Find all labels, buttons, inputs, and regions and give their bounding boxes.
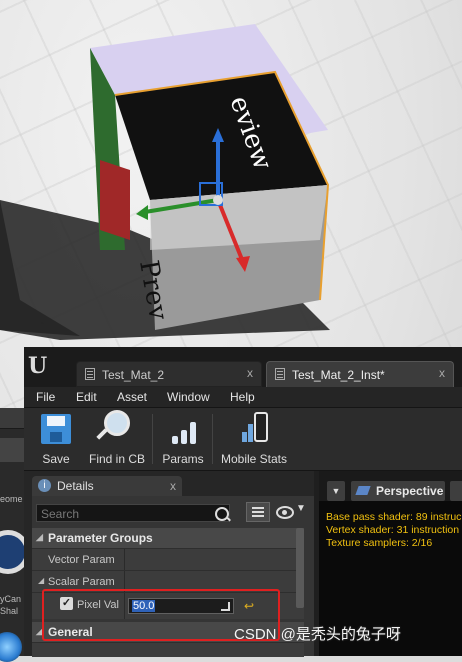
magnifier-icon bbox=[104, 410, 130, 436]
find-in-cb-button[interactable]: Find in CB bbox=[84, 408, 150, 470]
menu-asset[interactable]: Asset bbox=[117, 390, 147, 404]
mobile-stats-icon bbox=[242, 412, 268, 444]
stat-line: Base pass shader: 89 instruc bbox=[326, 511, 462, 523]
gizmo-center bbox=[213, 195, 223, 205]
row-vector-param[interactable]: Vector Param bbox=[32, 548, 304, 571]
row-label: Scalar Param bbox=[48, 576, 115, 588]
cube-red-face bbox=[100, 160, 130, 240]
save-button[interactable]: Save bbox=[30, 408, 82, 470]
view-mode-button[interactable] bbox=[450, 481, 462, 501]
document-icon bbox=[275, 368, 285, 380]
toolbar-separator bbox=[212, 414, 213, 464]
perspective-label: Perspective bbox=[376, 484, 444, 498]
tab-label: Test_Mat_2_Inst* bbox=[292, 368, 385, 382]
tab-details[interactable]: i Details x bbox=[32, 476, 182, 496]
background-bar bbox=[0, 408, 24, 429]
material-instance-editor: U Test_Mat_2 x Test_Mat_2_Inst* x File E… bbox=[24, 347, 462, 657]
toolbar: Save Find in CB Params Mobile Stats bbox=[24, 408, 462, 471]
menu-window[interactable]: Window bbox=[167, 390, 210, 404]
close-icon[interactable]: x bbox=[439, 366, 445, 380]
viewport-toolbar: ▼ Perspective bbox=[319, 471, 462, 501]
column-splitter[interactable] bbox=[124, 549, 125, 571]
chevron-down-icon: ▼ bbox=[296, 503, 306, 514]
search-icon[interactable] bbox=[215, 507, 229, 521]
magnifier-handle bbox=[96, 428, 108, 440]
collapse-arrow-icon[interactable]: ◢ bbox=[36, 532, 43, 543]
close-icon[interactable]: x bbox=[170, 479, 176, 493]
background-editor-strip: eome yCan Shal bbox=[0, 408, 30, 662]
mobile-stats-button[interactable]: Mobile Stats bbox=[216, 408, 292, 470]
params-icon bbox=[172, 418, 196, 444]
perspective-button[interactable]: Perspective bbox=[351, 481, 445, 501]
background-label: yCan bbox=[0, 594, 22, 604]
category-label: Parameter Groups bbox=[48, 531, 153, 545]
scrollbar[interactable] bbox=[296, 528, 304, 608]
search-input[interactable]: Search bbox=[36, 504, 230, 522]
row-label: Vector Param bbox=[48, 554, 115, 566]
collapse-arrow-icon[interactable]: ◢ bbox=[38, 576, 44, 585]
info-icon: i bbox=[38, 479, 51, 492]
save-label: Save bbox=[42, 452, 70, 466]
viewport-options-button[interactable]: ▼ bbox=[327, 481, 345, 501]
menu-help[interactable]: Help bbox=[230, 390, 255, 404]
row-general-item bbox=[32, 642, 304, 657]
menu-edit[interactable]: Edit bbox=[76, 390, 97, 404]
close-icon[interactable]: x bbox=[247, 366, 253, 380]
background-label: Shal bbox=[0, 606, 19, 616]
details-tab-label: Details bbox=[57, 479, 94, 493]
category-parameter-groups[interactable]: ◢ Parameter Groups bbox=[32, 528, 304, 548]
camera-cube-icon bbox=[355, 486, 371, 495]
list-view-button[interactable] bbox=[246, 502, 270, 522]
gizmo-y-arrow bbox=[136, 205, 148, 220]
stat-line: Vertex shader: 31 instruction bbox=[326, 524, 460, 536]
document-icon bbox=[85, 368, 95, 380]
tab-test-mat-2-inst[interactable]: Test_Mat_2_Inst* x bbox=[266, 361, 454, 387]
mobile-stats-label: Mobile Stats bbox=[220, 452, 288, 466]
menu-bar: File Edit Asset Window Help bbox=[24, 387, 462, 408]
toolbar-separator bbox=[152, 414, 153, 464]
shader-stats: Base pass shader: 89 instruc Vertex shad… bbox=[326, 511, 461, 550]
find-label: Find in CB bbox=[88, 452, 146, 466]
params-label: Params bbox=[162, 452, 204, 466]
eye-icon bbox=[276, 506, 294, 519]
unreal-logo-icon: U bbox=[28, 353, 48, 379]
view-options-button[interactable]: ▼ bbox=[274, 503, 310, 520]
background-glow-thumb bbox=[0, 632, 22, 662]
search-placeholder: Search bbox=[41, 507, 80, 521]
params-button[interactable]: Params bbox=[156, 408, 210, 470]
background-label: eome bbox=[0, 494, 23, 504]
save-icon bbox=[41, 414, 71, 444]
tab-label: Test_Mat_2 bbox=[102, 368, 165, 382]
title-bar[interactable]: U Test_Mat_2 x Test_Mat_2_Inst* x bbox=[24, 347, 462, 387]
tab-test-mat-2[interactable]: Test_Mat_2 x bbox=[76, 361, 262, 387]
watermark: CSDN @是秃头的兔子呀 bbox=[234, 626, 401, 643]
stat-line: Texture samplers: 2/16 bbox=[326, 537, 433, 549]
background-bar bbox=[0, 438, 24, 462]
menu-file[interactable]: File bbox=[36, 390, 55, 404]
